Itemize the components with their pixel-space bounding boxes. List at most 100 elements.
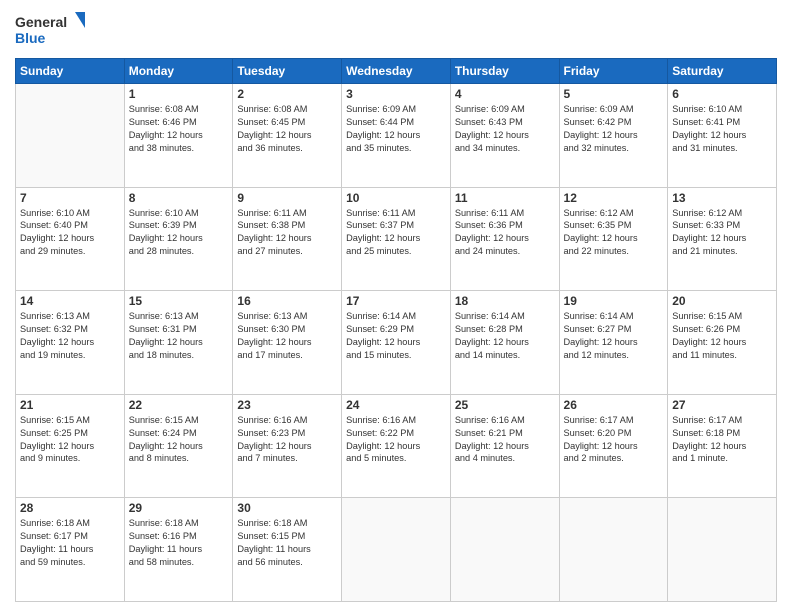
calendar-cell [559,498,668,602]
day-info: Sunrise: 6:14 AM Sunset: 6:27 PM Dayligh… [564,310,664,362]
day-number: 27 [672,398,772,412]
day-number: 26 [564,398,664,412]
day-number: 30 [237,501,337,515]
calendar-cell: 5 Sunrise: 6:09 AM Sunset: 6:42 PM Daylig… [559,84,668,188]
day-info: Sunrise: 6:14 AM Sunset: 6:28 PM Dayligh… [455,310,555,362]
day-number: 1 [129,87,229,101]
day-info: Sunrise: 6:14 AM Sunset: 6:29 PM Dayligh… [346,310,446,362]
day-info: Sunrise: 6:09 AM Sunset: 6:44 PM Dayligh… [346,103,446,155]
day-number: 14 [20,294,120,308]
calendar-cell: 1 Sunrise: 6:08 AM Sunset: 6:46 PM Daylig… [124,84,233,188]
day-info: Sunrise: 6:11 AM Sunset: 6:38 PM Dayligh… [237,207,337,259]
day-number: 22 [129,398,229,412]
weekday-header-saturday: Saturday [668,59,777,84]
day-number: 25 [455,398,555,412]
day-info: Sunrise: 6:15 AM Sunset: 6:25 PM Dayligh… [20,414,120,466]
day-number: 17 [346,294,446,308]
day-number: 6 [672,87,772,101]
day-info: Sunrise: 6:08 AM Sunset: 6:46 PM Dayligh… [129,103,229,155]
week-row-2: 7 Sunrise: 6:10 AM Sunset: 6:40 PM Daylig… [16,187,777,291]
day-number: 28 [20,501,120,515]
svg-text:General: General [15,14,67,30]
header: GeneralBlue [15,10,777,50]
page: GeneralBlue SundayMondayTuesdayWednesday… [0,0,792,612]
day-number: 29 [129,501,229,515]
week-row-3: 14 Sunrise: 6:13 AM Sunset: 6:32 PM Dayli… [16,291,777,395]
calendar-cell: 29 Sunrise: 6:18 AM Sunset: 6:16 PM Dayli… [124,498,233,602]
day-number: 4 [455,87,555,101]
calendar-cell: 25 Sunrise: 6:16 AM Sunset: 6:21 PM Dayli… [450,394,559,498]
calendar-cell: 12 Sunrise: 6:12 AM Sunset: 6:35 PM Dayli… [559,187,668,291]
day-number: 2 [237,87,337,101]
calendar-cell: 7 Sunrise: 6:10 AM Sunset: 6:40 PM Daylig… [16,187,125,291]
calendar-cell: 10 Sunrise: 6:11 AM Sunset: 6:37 PM Dayli… [342,187,451,291]
weekday-header-tuesday: Tuesday [233,59,342,84]
day-info: Sunrise: 6:11 AM Sunset: 6:37 PM Dayligh… [346,207,446,259]
day-info: Sunrise: 6:09 AM Sunset: 6:43 PM Dayligh… [455,103,555,155]
week-row-4: 21 Sunrise: 6:15 AM Sunset: 6:25 PM Dayli… [16,394,777,498]
day-info: Sunrise: 6:18 AM Sunset: 6:15 PM Dayligh… [237,517,337,569]
weekday-header-wednesday: Wednesday [342,59,451,84]
day-info: Sunrise: 6:16 AM Sunset: 6:23 PM Dayligh… [237,414,337,466]
day-info: Sunrise: 6:13 AM Sunset: 6:32 PM Dayligh… [20,310,120,362]
week-row-5: 28 Sunrise: 6:18 AM Sunset: 6:17 PM Dayli… [16,498,777,602]
calendar-cell: 28 Sunrise: 6:18 AM Sunset: 6:17 PM Dayli… [16,498,125,602]
day-number: 16 [237,294,337,308]
day-info: Sunrise: 6:17 AM Sunset: 6:20 PM Dayligh… [564,414,664,466]
day-info: Sunrise: 6:15 AM Sunset: 6:24 PM Dayligh… [129,414,229,466]
day-number: 7 [20,191,120,205]
weekday-header-thursday: Thursday [450,59,559,84]
day-info: Sunrise: 6:12 AM Sunset: 6:33 PM Dayligh… [672,207,772,259]
logo-icon: GeneralBlue [15,10,85,50]
day-number: 11 [455,191,555,205]
day-info: Sunrise: 6:08 AM Sunset: 6:45 PM Dayligh… [237,103,337,155]
calendar-cell: 27 Sunrise: 6:17 AM Sunset: 6:18 PM Dayli… [668,394,777,498]
calendar-cell: 8Sunrise: 6:10 AM Sunset: 6:39 PM Daylig… [124,187,233,291]
logo: GeneralBlue [15,10,85,50]
calendar-cell: 17 Sunrise: 6:14 AM Sunset: 6:29 PM Dayli… [342,291,451,395]
day-number: 15 [129,294,229,308]
calendar-cell [16,84,125,188]
day-number: 10 [346,191,446,205]
calendar-cell: 19Sunrise: 6:14 AM Sunset: 6:27 PM Dayli… [559,291,668,395]
calendar-cell: 4 Sunrise: 6:09 AM Sunset: 6:43 PM Daylig… [450,84,559,188]
calendar-cell: 13Sunrise: 6:12 AM Sunset: 6:33 PM Dayli… [668,187,777,291]
day-number: 12 [564,191,664,205]
day-number: 18 [455,294,555,308]
calendar-cell [450,498,559,602]
day-info: Sunrise: 6:16 AM Sunset: 6:21 PM Dayligh… [455,414,555,466]
day-number: 9 [237,191,337,205]
calendar-cell: 2 Sunrise: 6:08 AM Sunset: 6:45 PM Daylig… [233,84,342,188]
day-info: Sunrise: 6:15 AM Sunset: 6:26 PM Dayligh… [672,310,772,362]
calendar-cell: 14 Sunrise: 6:13 AM Sunset: 6:32 PM Dayli… [16,291,125,395]
day-number: 3 [346,87,446,101]
day-number: 5 [564,87,664,101]
day-info: Sunrise: 6:12 AM Sunset: 6:35 PM Dayligh… [564,207,664,259]
weekday-header-monday: Monday [124,59,233,84]
calendar-cell: 15 Sunrise: 6:13 AM Sunset: 6:31 PM Dayli… [124,291,233,395]
day-info: Sunrise: 6:18 AM Sunset: 6:16 PM Dayligh… [129,517,229,569]
calendar-table: SundayMondayTuesdayWednesdayThursdayFrid… [15,58,777,602]
day-number: 20 [672,294,772,308]
calendar-cell: 23Sunrise: 6:16 AM Sunset: 6:23 PM Dayli… [233,394,342,498]
day-info: Sunrise: 6:09 AM Sunset: 6:42 PM Dayligh… [564,103,664,155]
calendar-cell: 9 Sunrise: 6:11 AM Sunset: 6:38 PM Daylig… [233,187,342,291]
calendar-cell: 11 Sunrise: 6:11 AM Sunset: 6:36 PM Dayli… [450,187,559,291]
day-info: Sunrise: 6:13 AM Sunset: 6:30 PM Dayligh… [237,310,337,362]
day-number: 8 [129,191,229,205]
calendar-cell [342,498,451,602]
calendar-cell: 3 Sunrise: 6:09 AM Sunset: 6:44 PM Daylig… [342,84,451,188]
day-info: Sunrise: 6:18 AM Sunset: 6:17 PM Dayligh… [20,517,120,569]
calendar-cell: 6Sunrise: 6:10 AM Sunset: 6:41 PM Daylig… [668,84,777,188]
svg-text:Blue: Blue [15,30,46,46]
day-info: Sunrise: 6:13 AM Sunset: 6:31 PM Dayligh… [129,310,229,362]
day-number: 21 [20,398,120,412]
weekday-header-sunday: Sunday [16,59,125,84]
day-info: Sunrise: 6:17 AM Sunset: 6:18 PM Dayligh… [672,414,772,466]
day-info: Sunrise: 6:16 AM Sunset: 6:22 PM Dayligh… [346,414,446,466]
weekday-header-row: SundayMondayTuesdayWednesdayThursdayFrid… [16,59,777,84]
day-info: Sunrise: 6:11 AM Sunset: 6:36 PM Dayligh… [455,207,555,259]
calendar-cell: 24Sunrise: 6:16 AM Sunset: 6:22 PM Dayli… [342,394,451,498]
day-info: Sunrise: 6:10 AM Sunset: 6:40 PM Dayligh… [20,207,120,259]
calendar-cell: 30 Sunrise: 6:18 AM Sunset: 6:15 PM Dayli… [233,498,342,602]
